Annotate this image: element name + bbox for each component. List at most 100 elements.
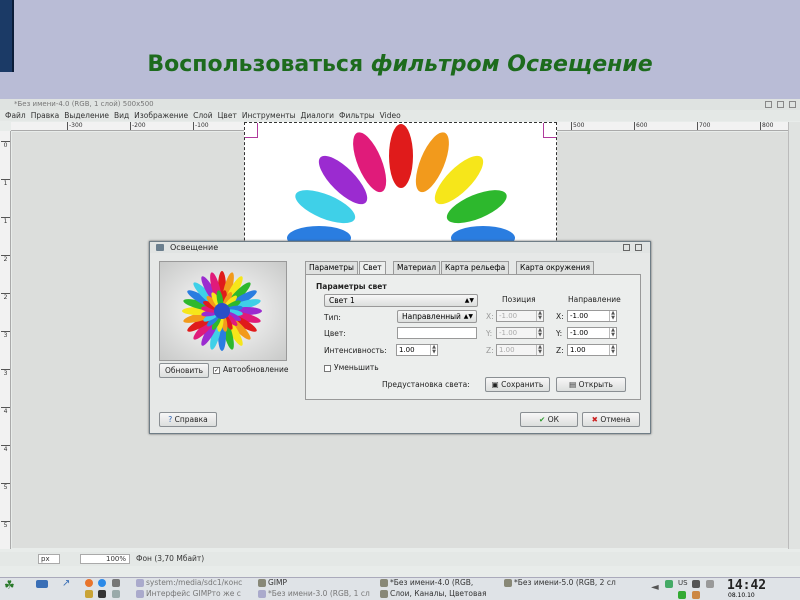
arrow-icon[interactable]: ◄ [651, 583, 659, 593]
menu-item[interactable]: Диалоги [301, 111, 335, 120]
zoom-select[interactable]: 100% [80, 554, 130, 564]
save-button[interactable]: ▣ Сохранить [485, 377, 550, 392]
statusbar: px 100% Фон (3,70 Мбайт) [0, 552, 800, 566]
dir-z-input[interactable]: 1.00 ▲ ▼ [567, 344, 617, 356]
ruler-tick-label: 5 [1, 521, 10, 529]
slide-title: Воспользоваться фильтром Освещение [0, 52, 800, 77]
unit-select[interactable]: px [38, 554, 60, 564]
intensity-label: Интенсивность: [324, 346, 387, 355]
keyboard-layout-icon[interactable]: US [678, 578, 688, 588]
reduce-checkbox[interactable]: Уменьшить [324, 363, 379, 372]
type-select[interactable]: Направленный ▲▼ [397, 310, 477, 323]
preset-label: Предустановка света: [382, 380, 470, 389]
app-icon [156, 244, 164, 251]
ruler-tick-label: 600 [634, 122, 648, 130]
terminal-icon[interactable] [98, 589, 108, 599]
guide-corner [543, 123, 556, 138]
menu-item[interactable]: Изображение [134, 111, 188, 120]
tab-0[interactable]: Параметры [305, 261, 358, 274]
start-menu-icon[interactable]: ☘ [4, 580, 15, 590]
color-swatch-button[interactable] [397, 327, 477, 339]
spin-arrows-icon[interactable]: ▲ ▼ [609, 311, 616, 321]
gimp-icon [504, 579, 512, 587]
clock[interactable]: 14:42 [727, 578, 766, 593]
intensity-input[interactable]: 1.00 ▲ ▼ [396, 344, 438, 356]
menu-item[interactable]: Video [380, 111, 401, 120]
light-select[interactable]: Свет 1 ▲▼ [324, 294, 478, 307]
spin-arrows-icon[interactable]: ▲ ▼ [609, 345, 616, 355]
open-button[interactable]: ▤ Открыть [556, 377, 626, 392]
menu-item[interactable]: Цвет [218, 111, 237, 120]
open-button-label: Открыть [578, 380, 613, 389]
task-item[interactable]: system:/media/sdc1/конс [136, 578, 254, 588]
cancel-button[interactable]: ✖ Отмена [582, 412, 640, 427]
ruler-tick-label: 2 [1, 293, 10, 301]
autoupdate-checkbox[interactable]: ✓ Автообновление [213, 365, 288, 374]
menu-item[interactable]: Файл [5, 111, 26, 120]
volume-icon[interactable] [692, 579, 702, 589]
ruler-tick-label: -100 [193, 122, 209, 130]
pos-y-value: -1.00 [499, 329, 518, 337]
ruler-tick-label: 700 [697, 122, 711, 130]
ruler-tick-label: 1 [1, 179, 10, 187]
menu-item[interactable]: Фильтры [339, 111, 375, 120]
close-icon[interactable] [789, 101, 796, 108]
menu-item[interactable]: Инструменты [242, 111, 296, 120]
files-icon[interactable] [85, 589, 95, 599]
task-item[interactable]: *Без имени-4.0 (RGB, [380, 578, 500, 588]
menu-item[interactable]: Вид [114, 111, 129, 120]
pos-x-label: X: [486, 312, 494, 321]
spin-arrows-icon[interactable]: ▲ ▼ [536, 311, 543, 321]
task-item[interactable]: GIMP [258, 578, 373, 588]
task-item[interactable]: *Без имени-5.0 (RGB, 2 сл [504, 578, 626, 588]
spin-arrows-icon[interactable]: ▲ ▼ [430, 345, 437, 355]
menu-item[interactable]: Правка [31, 111, 60, 120]
update-icon[interactable] [692, 590, 702, 600]
ruler-tick-label: 1 [1, 217, 10, 225]
vertical-scrollbar[interactable] [788, 122, 800, 549]
dir-z-value: 1.00 [570, 346, 586, 354]
light-select-value: Свет 1 [329, 296, 355, 305]
pos-x-input[interactable]: -1.00 ▲ ▼ [496, 310, 544, 322]
tray-icon[interactable] [706, 579, 716, 589]
tab-1[interactable]: Свет [359, 261, 386, 275]
task-item[interactable]: Слои, Каналы, Цветовая [380, 589, 500, 599]
close-icon[interactable] [635, 244, 642, 251]
update-button[interactable]: Обновить [159, 363, 209, 378]
maximize-icon[interactable] [623, 244, 630, 251]
pos-y-label: Y: [486, 329, 493, 338]
task-item[interactable]: Интерфейс GIMPто же с [136, 589, 254, 599]
task-item[interactable]: *Без имени-3.0 (RGB, 1 сл [258, 589, 376, 599]
chat-icon[interactable] [98, 578, 108, 588]
battery-icon[interactable] [678, 590, 688, 600]
maximize-icon[interactable] [777, 101, 784, 108]
desktop-icon[interactable] [36, 579, 50, 589]
type-label: Тип: [324, 313, 341, 322]
launcher-icon[interactable]: ↗ [62, 579, 70, 589]
clock-date: 08.10.10 [728, 592, 755, 599]
spin-arrows-icon[interactable]: ▲ ▼ [536, 345, 543, 355]
tab-4[interactable]: Карта окружения [516, 261, 595, 274]
pos-z-input[interactable]: 1.00 ▲ ▼ [496, 344, 544, 356]
tab-2[interactable]: Материал [393, 261, 441, 274]
spin-arrows-icon[interactable]: ▲ ▼ [536, 328, 543, 338]
dir-y-input[interactable]: -1.00 ▲ ▼ [567, 327, 617, 339]
minimize-icon[interactable] [765, 101, 772, 108]
dir-x-input[interactable]: -1.00 ▲ ▼ [567, 310, 617, 322]
updown-arrow-icon: ▲▼ [463, 313, 473, 320]
spin-arrows-icon[interactable]: ▲ ▼ [609, 328, 616, 338]
save-icon: ▣ [491, 380, 499, 389]
pos-y-input[interactable]: -1.00 ▲ ▼ [496, 327, 544, 339]
media-icon[interactable] [112, 578, 122, 588]
ok-button[interactable]: ✔ ОК [520, 412, 578, 427]
help-button[interactable]: ? Справка [159, 412, 217, 427]
browser-icon[interactable] [85, 578, 95, 588]
ruler-tick-label: -300 [67, 122, 83, 130]
preview-image[interactable] [159, 261, 287, 361]
network-icon[interactable] [665, 579, 675, 589]
tab-3[interactable]: Карта рельефа [441, 261, 510, 274]
slide-title-part1: Воспользоваться [147, 52, 364, 77]
menu-item[interactable]: Слой [193, 111, 213, 120]
menu-item[interactable]: Выделение [64, 111, 109, 120]
settings-icon[interactable] [112, 589, 122, 599]
